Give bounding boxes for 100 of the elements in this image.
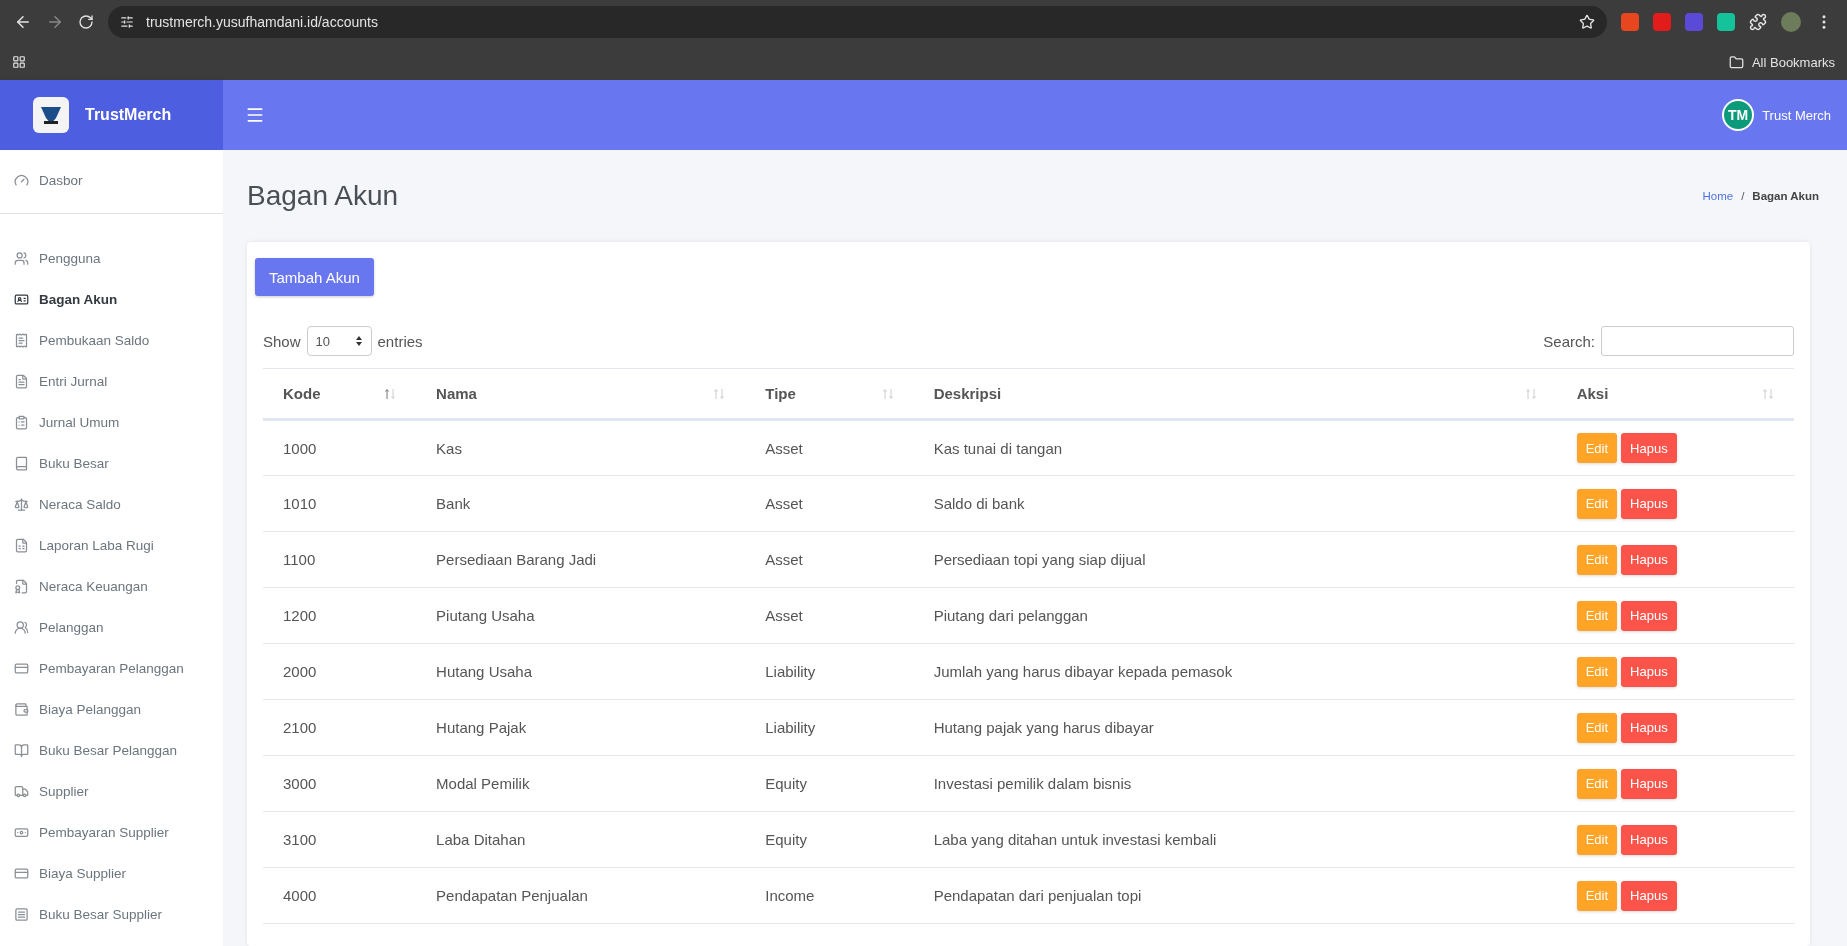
banknote-icon [14,825,29,840]
wallet-icon [14,702,29,717]
apps-grid-icon[interactable] [12,55,26,69]
table-cell: Income [745,867,914,924]
forward-icon[interactable] [46,13,64,31]
page-size-select[interactable]: 10 [306,326,372,356]
table-cell: Piutang Usaha [416,587,746,644]
sidebar-item[interactable]: Pelanggan [0,607,223,648]
table-cell: Laba Ditahan [416,811,746,868]
sidebar-item[interactable]: Pembukaan Saldo [0,320,223,361]
table-cell: Laba yang ditahan untuk investasi kembali [913,811,1557,868]
column-header[interactable]: Kode [263,368,417,420]
folder-icon[interactable] [1728,54,1744,70]
table-cell: Modal Pemilik [416,755,746,812]
user-avatar: TM [1722,99,1755,131]
sidebar-item[interactable]: Pengguna [0,238,223,279]
delete-button[interactable]: Hapus [1621,712,1677,743]
sidebar-item[interactable]: Bagan Akun [0,279,223,320]
search-label: Search: [1543,332,1595,350]
book-icon [14,743,29,758]
table-cell: 1010 [263,475,417,532]
scale-icon [14,497,29,512]
table-cell: Investasi pemilik dalam bisnis [913,755,1557,812]
table-cell: 2000 [263,643,417,700]
delete-button[interactable]: Hapus [1621,656,1677,687]
column-header[interactable]: Deskripsi [913,368,1557,420]
column-header[interactable]: Tipe [745,368,914,420]
sidebar-item[interactable]: Biaya Pelanggan [0,689,223,730]
delete-button[interactable]: Hapus [1621,880,1677,911]
site-settings-icon[interactable] [120,15,134,29]
delete-button[interactable]: Hapus [1621,768,1677,799]
table-cell: Pendapatan dari penjualan topi [913,867,1557,924]
table-cell: Asset [745,475,914,532]
bookmark-star-icon[interactable] [1579,14,1595,30]
show-label: Show [263,332,301,350]
card-icon [14,866,29,881]
sidebar-item[interactable]: Buku Besar [0,443,223,484]
breadcrumb-link[interactable]: Home [1702,190,1734,202]
table-cell: 2100 [263,699,417,756]
table-cell: Asset [745,419,914,476]
extension-icon[interactable] [1717,13,1735,31]
table-cell: Kas [416,419,746,476]
table-cell: Persediaan topi yang siap dijual [913,531,1557,588]
table-cell: 3100 [263,811,417,868]
column-header[interactable]: Nama [416,368,746,420]
address-bar[interactable]: trustmerch.yusufhamdani.id/accounts [108,6,1607,38]
users-icon [14,620,29,635]
document-icon [14,538,29,553]
delete-button[interactable]: Hapus [1621,600,1677,631]
search-field[interactable] [1601,326,1794,356]
menu-icon[interactable] [245,105,265,125]
table-cell: Piutang dari pelanggan [913,587,1557,644]
table-cell: Bank [416,475,746,532]
document-icon [14,579,29,594]
sidebar-item[interactable]: Entri Jurnal [0,361,223,402]
table-cell: 1200 [263,587,417,644]
brand-name[interactable]: TrustMerch [85,106,172,124]
page-title: Bagan Akun [247,180,399,212]
table-cell: Jumlah yang harus dibayar kepada pemasok [913,643,1557,700]
updown-icon [354,335,363,347]
sidebar-item[interactable]: Neraca Keuangan [0,566,223,607]
table-cell: Hutang Usaha [416,643,746,700]
sidebar-item[interactable]: Pembayaran Pelanggan [0,648,223,689]
sidebar-item[interactable]: Buku Besar Pelanggan [0,730,223,771]
logo-icon [33,97,69,133]
sidebar-item[interactable]: Neraca Saldo [0,484,223,525]
table-cell: 1100 [263,531,417,588]
receipt-icon [14,333,29,348]
sidebar-item[interactable]: Dasbor [0,160,223,201]
table-cell: Hutang pajak yang harus dibayar [913,699,1557,756]
delete-button[interactable]: Hapus [1621,488,1677,519]
table-cell: Kas tunai di tangan [913,419,1557,476]
sidebar-item[interactable]: Pembayaran Supplier [0,812,223,853]
user-name: Trust Merch [1762,107,1831,123]
bookmarks-folder[interactable]: All Bookmarks [1751,54,1835,70]
sidebar-item[interactable]: Buku Besar Supplier [0,894,223,935]
add-account-button[interactable]: Tambah Akun [255,258,374,296]
user-menu[interactable]: TM Trust Merch [1722,99,1831,131]
table-cell: 1000 [263,419,417,476]
extensions-icon[interactable] [1749,13,1767,31]
table-cell: Equity [745,755,914,812]
sidebar-item[interactable]: Laporan Laba Rugi [0,525,223,566]
profile-avatar[interactable] [1781,12,1801,32]
current-page-label: Bagan Akun [1752,190,1819,202]
delete-button[interactable]: Hapus [1621,824,1677,855]
table-cell: Saldo di bank [913,475,1557,532]
list-card-icon [14,907,29,922]
delete-button[interactable]: Hapus [1621,433,1677,463]
sidebar-item[interactable]: Biaya Supplier [0,853,223,894]
column-header[interactable]: Aksi [1556,368,1794,420]
sidebar-item[interactable]: Supplier [0,771,223,812]
table-cell: 4000 [263,867,417,924]
table-cell: Asset [745,587,914,644]
reload-icon[interactable] [78,14,94,30]
truck-icon [14,784,29,799]
sidebar-item[interactable]: Jurnal Umum [0,402,223,443]
back-icon[interactable] [14,13,32,31]
table-cell: Pendapatan Penjualan [416,867,746,924]
document-icon [14,374,29,389]
delete-button[interactable]: Hapus [1621,544,1677,575]
